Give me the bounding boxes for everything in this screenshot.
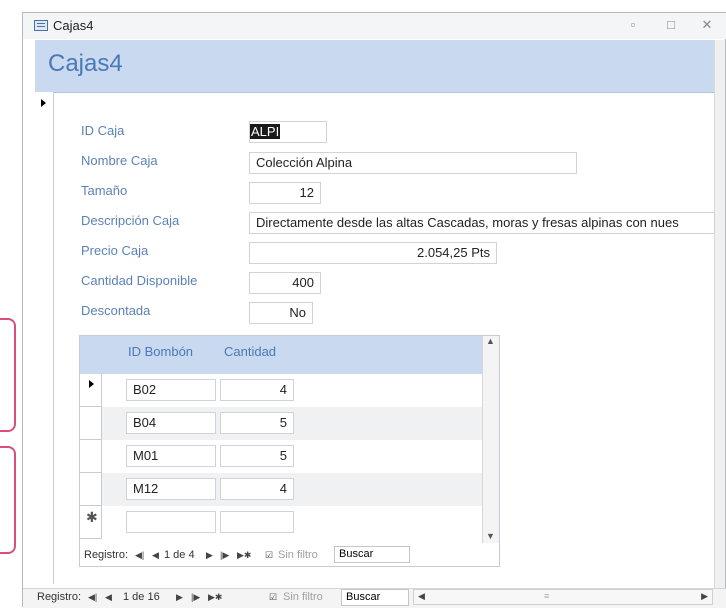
precio-caja-field[interactable]: 2.054,25 Pts (249, 242, 497, 264)
cantidad-disponible-field[interactable]: 400 (249, 272, 321, 294)
row-selector[interactable] (80, 440, 102, 473)
scroll-thumb-icon[interactable]: ≡ (544, 591, 549, 601)
subform-filter-status[interactable]: Sin filtro (278, 549, 318, 561)
cantidad-cell[interactable]: 5 (220, 412, 294, 434)
main-filter-status[interactable]: Sin filtro (283, 591, 323, 603)
precio-caja-label: Precio Caja (81, 243, 149, 258)
last-record-icon[interactable]: |▶ (220, 550, 229, 561)
main-previous-record-icon[interactable]: ◀ (105, 592, 112, 603)
main-first-record-icon[interactable]: ◀| (88, 592, 97, 603)
main-new-record-icon[interactable]: ▶✱ (208, 592, 222, 603)
descripcion-caja-label: Descripción Caja (81, 213, 180, 228)
id-bombon-cell[interactable]: M12 (126, 478, 216, 500)
current-record-icon (41, 99, 46, 107)
annotation-bracket-bottom (0, 446, 16, 554)
cantidad-cell[interactable] (220, 511, 294, 533)
tamano-label: Tamaño (81, 183, 128, 198)
id-bombon-cell[interactable]: B02 (126, 379, 216, 401)
form-icon (34, 20, 48, 31)
current-row-icon (89, 380, 94, 388)
column-header-cantidad: Cantidad (224, 344, 277, 359)
subform-header: ID Bombón Cantidad (80, 336, 483, 374)
new-record-nav-icon[interactable]: ▶✱ (237, 550, 251, 561)
scroll-right-icon[interactable]: ▶ (701, 591, 708, 602)
cantidad-cell[interactable]: 4 (220, 478, 294, 500)
filter-icon: ☑ (265, 550, 274, 560)
id-caja-field[interactable]: ALPI (249, 121, 327, 143)
close-icon[interactable]: ✕ (699, 17, 715, 33)
form-vertical-scrollbar[interactable] (714, 40, 725, 590)
nombre-caja-label: Nombre Caja (81, 153, 158, 168)
cantidad-disponible-label: Cantidad Disponible (81, 273, 198, 288)
page-title: Cajas4 (48, 50, 123, 77)
row-selector[interactable]: ✱ (80, 506, 102, 539)
window-title: Cajas4 (53, 18, 94, 33)
previous-record-icon[interactable]: ◀ (152, 550, 159, 561)
next-record-icon[interactable]: ▶ (206, 550, 213, 561)
new-record-icon: ✱ (86, 509, 98, 525)
descripcion-caja-field[interactable]: Directamente desde las altas Cascadas, m… (249, 212, 715, 234)
id-bombon-cell[interactable]: B04 (126, 412, 216, 434)
form-window: Cajas4 ▫ □ ✕ Cajas4 ID Caja ALPI Nombre … (22, 12, 726, 608)
id-bombon-cell[interactable]: M01 (126, 445, 216, 467)
id-bombon-cell[interactable] (126, 511, 216, 533)
minimize-icon[interactable]: ▫ (625, 17, 641, 33)
subform-record-label: Registro: (84, 549, 129, 561)
table-row: B02 4 (80, 374, 483, 407)
row-selector[interactable] (80, 374, 102, 407)
restore-icon[interactable]: □ (663, 17, 679, 33)
scroll-up-icon[interactable]: ▲ (486, 336, 495, 346)
tamano-field[interactable]: 12 (249, 182, 321, 204)
nombre-caja-field[interactable]: Colección Alpina (249, 152, 577, 174)
main-record-label: Registro: (37, 591, 82, 603)
record-selector[interactable] (35, 92, 54, 584)
title-bar: Cajas4 ▫ □ ✕ (23, 13, 726, 39)
subform-record-position[interactable]: 1 de 4 (164, 549, 195, 561)
table-row: B04 5 (80, 407, 483, 440)
scroll-down-icon[interactable]: ▼ (486, 531, 495, 541)
column-header-id-bombon: ID Bombón (128, 344, 194, 359)
first-record-icon[interactable]: ◀| (135, 550, 144, 561)
annotation-bracket-top (0, 318, 16, 432)
id-caja-value: ALPI (250, 124, 281, 139)
main-last-record-icon[interactable]: |▶ (191, 592, 200, 603)
cantidad-cell[interactable]: 4 (220, 379, 294, 401)
descontada-field[interactable]: No (249, 302, 313, 324)
table-row: M12 4 (80, 473, 483, 506)
main-next-record-icon[interactable]: ▶ (176, 592, 183, 603)
row-selector[interactable] (80, 473, 102, 506)
main-search-input[interactable]: Buscar (341, 589, 409, 606)
cantidad-cell[interactable]: 5 (220, 445, 294, 467)
subform-vertical-scrollbar[interactable]: ▲ ▼ (482, 336, 499, 543)
new-record-row: ✱ (80, 506, 483, 539)
main-record-position[interactable]: 1 de 16 (123, 591, 160, 603)
table-row: M01 5 (80, 440, 483, 473)
subform-search-input[interactable]: Buscar (334, 546, 410, 563)
descontada-label: Descontada (81, 303, 151, 318)
horizontal-scrollbar[interactable]: ◀ ≡ ▶ (413, 589, 713, 605)
id-caja-label: ID Caja (81, 123, 125, 138)
main-filter-icon: ☑ (269, 592, 278, 602)
subform: ID Bombón Cantidad B02 4 B04 5 M01 5 M12… (79, 335, 500, 567)
form-header: Cajas4 (35, 40, 717, 93)
row-selector[interactable] (80, 407, 102, 440)
scroll-left-icon[interactable]: ◀ (418, 591, 425, 602)
